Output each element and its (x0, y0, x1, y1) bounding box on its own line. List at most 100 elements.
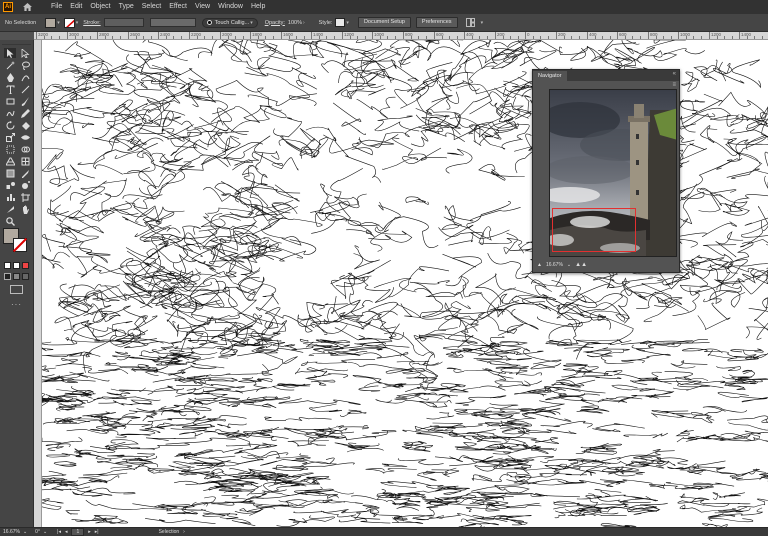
ruler-tick (540, 36, 541, 39)
arrange-documents-icon[interactable]: ▾ (465, 18, 483, 27)
vertical-ruler[interactable] (34, 40, 42, 527)
stroke-swatch[interactable] (63, 17, 75, 28)
menu-edit[interactable]: Edit (66, 0, 86, 14)
menu-type[interactable]: Type (115, 0, 138, 14)
magic-wand-tool[interactable] (4, 60, 16, 70)
chevron-down-icon[interactable]: ▾ (346, 20, 349, 26)
artboard-tool[interactable] (19, 192, 31, 202)
opacity-label[interactable]: Opacity: (265, 20, 285, 26)
lasso-tool[interactable] (19, 60, 31, 70)
zoom-in-icon[interactable]: ▲▲ (575, 262, 587, 268)
chevron-down-icon[interactable]: ⌄ (23, 529, 27, 535)
stroke-weight-field[interactable] (103, 18, 144, 27)
panel-menu-icon[interactable]: ≡ (672, 82, 676, 88)
blend-tool[interactable] (4, 180, 16, 190)
direct-selection-tool[interactable] (19, 48, 31, 58)
chevron-right-icon[interactable]: › (183, 529, 185, 535)
gradient-tool[interactable] (4, 168, 16, 178)
slice-tool[interactable] (4, 204, 16, 214)
navigator-preview[interactable] (549, 89, 677, 257)
draw-behind-icon[interactable] (13, 273, 20, 280)
menu-select[interactable]: Select (138, 0, 165, 14)
fill-swatch[interactable] (45, 17, 57, 28)
ruler-tick (258, 36, 259, 39)
variable-width-profile[interactable] (149, 18, 196, 27)
chevron-down-icon[interactable]: ▾ (76, 20, 79, 26)
draw-normal-icon[interactable] (4, 273, 11, 280)
graph-tool[interactable] (4, 192, 16, 202)
draw-inside-icon[interactable] (22, 273, 29, 280)
menu-bar: Ai File Edit Object Type Select Effect V… (0, 0, 768, 14)
status-rotation-value[interactable]: 0° (35, 529, 40, 535)
ruler-tick (181, 36, 182, 39)
graphic-style-swatch[interactable] (335, 18, 346, 27)
fill-stroke-widget[interactable] (3, 228, 29, 254)
width-tool[interactable] (19, 132, 31, 142)
rectangle-tool[interactable] (4, 96, 16, 106)
home-icon[interactable] (21, 1, 33, 13)
scale-tool[interactable] (4, 132, 16, 142)
stroke-label[interactable]: Stroke: (83, 20, 100, 26)
brush-definition[interactable]: Touch Callig... ▾ (201, 17, 258, 28)
chevron-down-icon[interactable]: ▾ (57, 20, 60, 26)
status-zoom-value[interactable]: 16.67% (3, 529, 20, 535)
previous-artboard-icon[interactable]: ◂ (65, 529, 68, 535)
type-tool[interactable] (4, 84, 16, 94)
symbol-sprayer-tool[interactable] (19, 180, 31, 190)
zoom-out-icon[interactable]: ▲ (537, 262, 542, 268)
navigator-zoom-value[interactable]: 16.67% (546, 262, 563, 268)
hand-tool[interactable] (19, 204, 31, 214)
eyedropper-tool[interactable] (19, 168, 31, 178)
ruler-tick (610, 36, 611, 39)
first-artboard-icon[interactable]: |◂ (57, 529, 61, 535)
more-tools-icon[interactable]: ··· (11, 300, 22, 309)
opacity-value[interactable]: 100% (288, 20, 302, 26)
pencil-tool[interactable] (19, 108, 31, 118)
perspective-grid-tool[interactable] (4, 156, 16, 166)
rotate-tool[interactable] (4, 120, 16, 130)
shape-builder-tool[interactable] (19, 144, 31, 154)
panel-grip[interactable] (2, 40, 31, 45)
ruler-tick-label: 2800 (99, 32, 110, 37)
ruler-tick (449, 36, 450, 39)
navigator-view-frame[interactable] (552, 208, 636, 252)
chevron-down-icon[interactable]: ⌄ (567, 262, 571, 268)
mesh-tool[interactable] (19, 156, 31, 166)
eraser-tool[interactable] (19, 120, 31, 130)
artboard-number[interactable]: 1 (71, 528, 85, 536)
curvature-tool[interactable] (19, 72, 31, 82)
last-artboard-icon[interactable]: ▸| (95, 529, 99, 535)
collapse-icon[interactable]: « (673, 71, 676, 77)
color-mode-icon[interactable] (13, 262, 20, 269)
screen-mode-icon[interactable] (10, 285, 23, 294)
ruler-tick (128, 32, 129, 39)
ruler-tick (564, 36, 565, 39)
menu-view[interactable]: View (191, 0, 214, 14)
free-transform-tool[interactable] (4, 144, 16, 154)
type-icon (6, 85, 14, 94)
stroke-color-box[interactable] (13, 238, 27, 252)
preferences-button[interactable]: Preferences (415, 17, 458, 28)
menu-effect[interactable]: Effect (165, 0, 191, 14)
chevron-down-icon[interactable]: ⌄ (43, 529, 47, 535)
paintbrush-tool[interactable] (19, 96, 31, 106)
none-mode-icon[interactable] (22, 262, 29, 269)
ruler-tick-label: 1200 (711, 32, 722, 37)
menu-object[interactable]: Object (86, 0, 114, 14)
ruler-tick (311, 32, 312, 39)
zoom-tool[interactable] (4, 216, 16, 226)
line-segment-tool[interactable] (19, 84, 31, 94)
menu-window[interactable]: Window (214, 0, 247, 14)
menu-file[interactable]: File (47, 0, 66, 14)
pen-tool[interactable] (4, 72, 16, 82)
horizontal-ruler[interactable]: 3200 3000 2800 2600 2400 2200 2000 1800 1600 1400… (34, 32, 768, 40)
document-setup-button[interactable]: Document Setup (357, 17, 411, 28)
navigator-tab[interactable]: Navigator (533, 71, 567, 81)
shaper-tool[interactable] (4, 108, 16, 118)
default-colors-icon[interactable] (4, 262, 11, 269)
chevron-right-icon[interactable]: › (303, 20, 305, 26)
selection-tool[interactable] (4, 48, 16, 58)
ruler-tick-label: 1400 (313, 32, 324, 37)
menu-help[interactable]: Help (247, 0, 269, 14)
next-artboard-icon[interactable]: ▸ (88, 529, 91, 535)
